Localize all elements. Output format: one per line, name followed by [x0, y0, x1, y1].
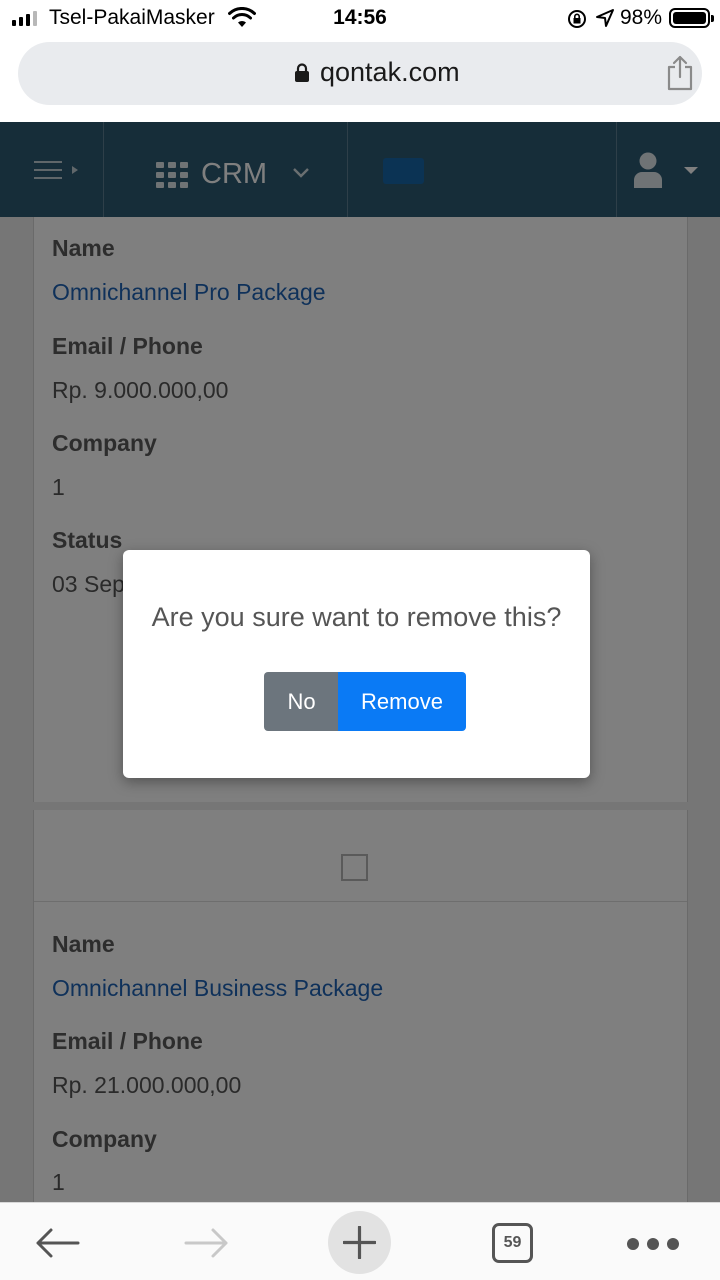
no-button[interactable]: No [264, 672, 339, 731]
new-tab-button[interactable] [328, 1211, 391, 1274]
rotation-lock-icon [568, 10, 586, 28]
confirm-dialog: Are you sure want to remove this? No Rem… [123, 550, 590, 778]
location-icon [596, 9, 614, 27]
forward-arrow-icon[interactable] [184, 1227, 230, 1259]
address-bar[interactable]: qontak.com [18, 42, 702, 105]
more-icon[interactable] [627, 1238, 679, 1250]
battery-percent: 98% [620, 6, 663, 29]
battery-icon [669, 8, 714, 28]
padlock-icon [295, 63, 309, 82]
status-bar: Tsel-PakaiMasker 14:56 98% [0, 0, 720, 36]
plus-icon [343, 1226, 376, 1259]
dialog-message: Are you sure want to remove this? [151, 602, 562, 632]
url-text: qontak.com [320, 57, 460, 87]
share-icon[interactable] [666, 55, 694, 91]
browser-address-area: qontak.com [0, 36, 720, 122]
remove-button[interactable]: Remove [338, 672, 466, 731]
tabs-count-button[interactable]: 59 [492, 1223, 533, 1263]
browser-toolbar: 59 [0, 1202, 720, 1280]
back-arrow-icon[interactable] [34, 1227, 80, 1259]
